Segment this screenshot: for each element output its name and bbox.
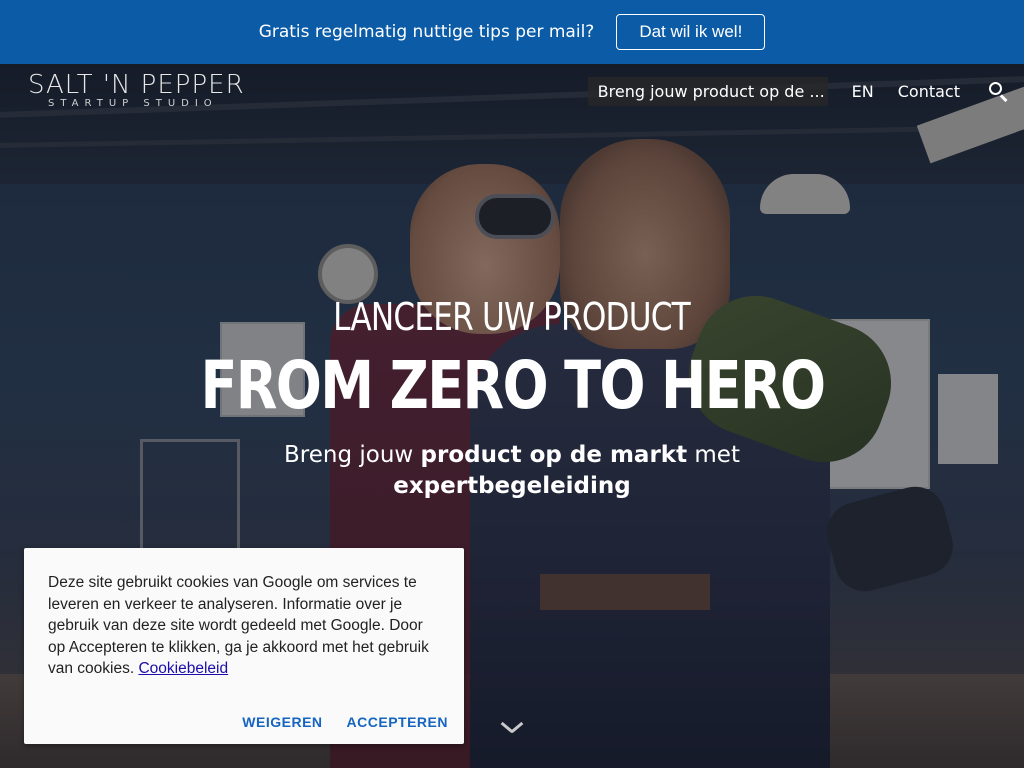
- logo-wordmark: SALT 'N PEPPER: [28, 70, 245, 100]
- cookie-decline-button[interactable]: WEIGEREN: [242, 714, 322, 730]
- hero-sub-bold: product op de markt: [420, 442, 688, 468]
- nav-item-contact[interactable]: Contact: [898, 82, 960, 101]
- hero-kicker: LANCEER UW PRODUCT: [333, 295, 692, 339]
- chevron-down-icon[interactable]: [500, 718, 524, 740]
- newsletter-banner: Gratis regelmatig nuttige tips per mail?…: [0, 0, 1024, 64]
- cookie-message-text: Deze site gebruikt cookies van Google om…: [48, 574, 429, 677]
- logo-tagline: STARTUP STUDIO: [48, 98, 218, 109]
- nav-item-product[interactable]: Breng jouw product op de ...: [587, 77, 828, 106]
- main-nav: Breng jouw product op de ... EN Contact: [587, 77, 1024, 106]
- hero-sub-bold: expertbegeleiding: [393, 473, 631, 499]
- cookie-consent-dialog: Deze site gebruikt cookies van Google om…: [24, 548, 464, 744]
- site-logo[interactable]: SALT 'N PEPPER STARTUP STUDIO: [28, 70, 245, 109]
- hero-content: LANCEER UW PRODUCT FROM ZERO TO HERO Bre…: [0, 295, 1024, 502]
- hero-sub-mid: met: [687, 442, 740, 468]
- cookie-message: Deze site gebruikt cookies van Google om…: [48, 572, 440, 680]
- newsletter-message: Gratis regelmatig nuttige tips per mail?: [258, 22, 595, 42]
- cookie-policy-link[interactable]: Cookiebeleid: [138, 660, 228, 677]
- hero-sub-prefix: Breng jouw: [284, 442, 421, 468]
- cookie-accept-button[interactable]: ACCEPTEREN: [347, 714, 448, 730]
- nav-item-language[interactable]: EN: [852, 82, 874, 101]
- search-icon[interactable]: [988, 81, 1010, 103]
- cookie-actions: WEIGEREN ACCEPTEREN: [242, 714, 448, 730]
- hero-subline: Breng jouw product op de markt met exper…: [0, 440, 1024, 502]
- newsletter-signup-button[interactable]: Dat wil ik wel!: [616, 14, 766, 50]
- hero-headline: FROM ZERO TO HERO: [200, 347, 826, 424]
- site-header: SALT 'N PEPPER STARTUP STUDIO Breng jouw…: [0, 64, 1024, 122]
